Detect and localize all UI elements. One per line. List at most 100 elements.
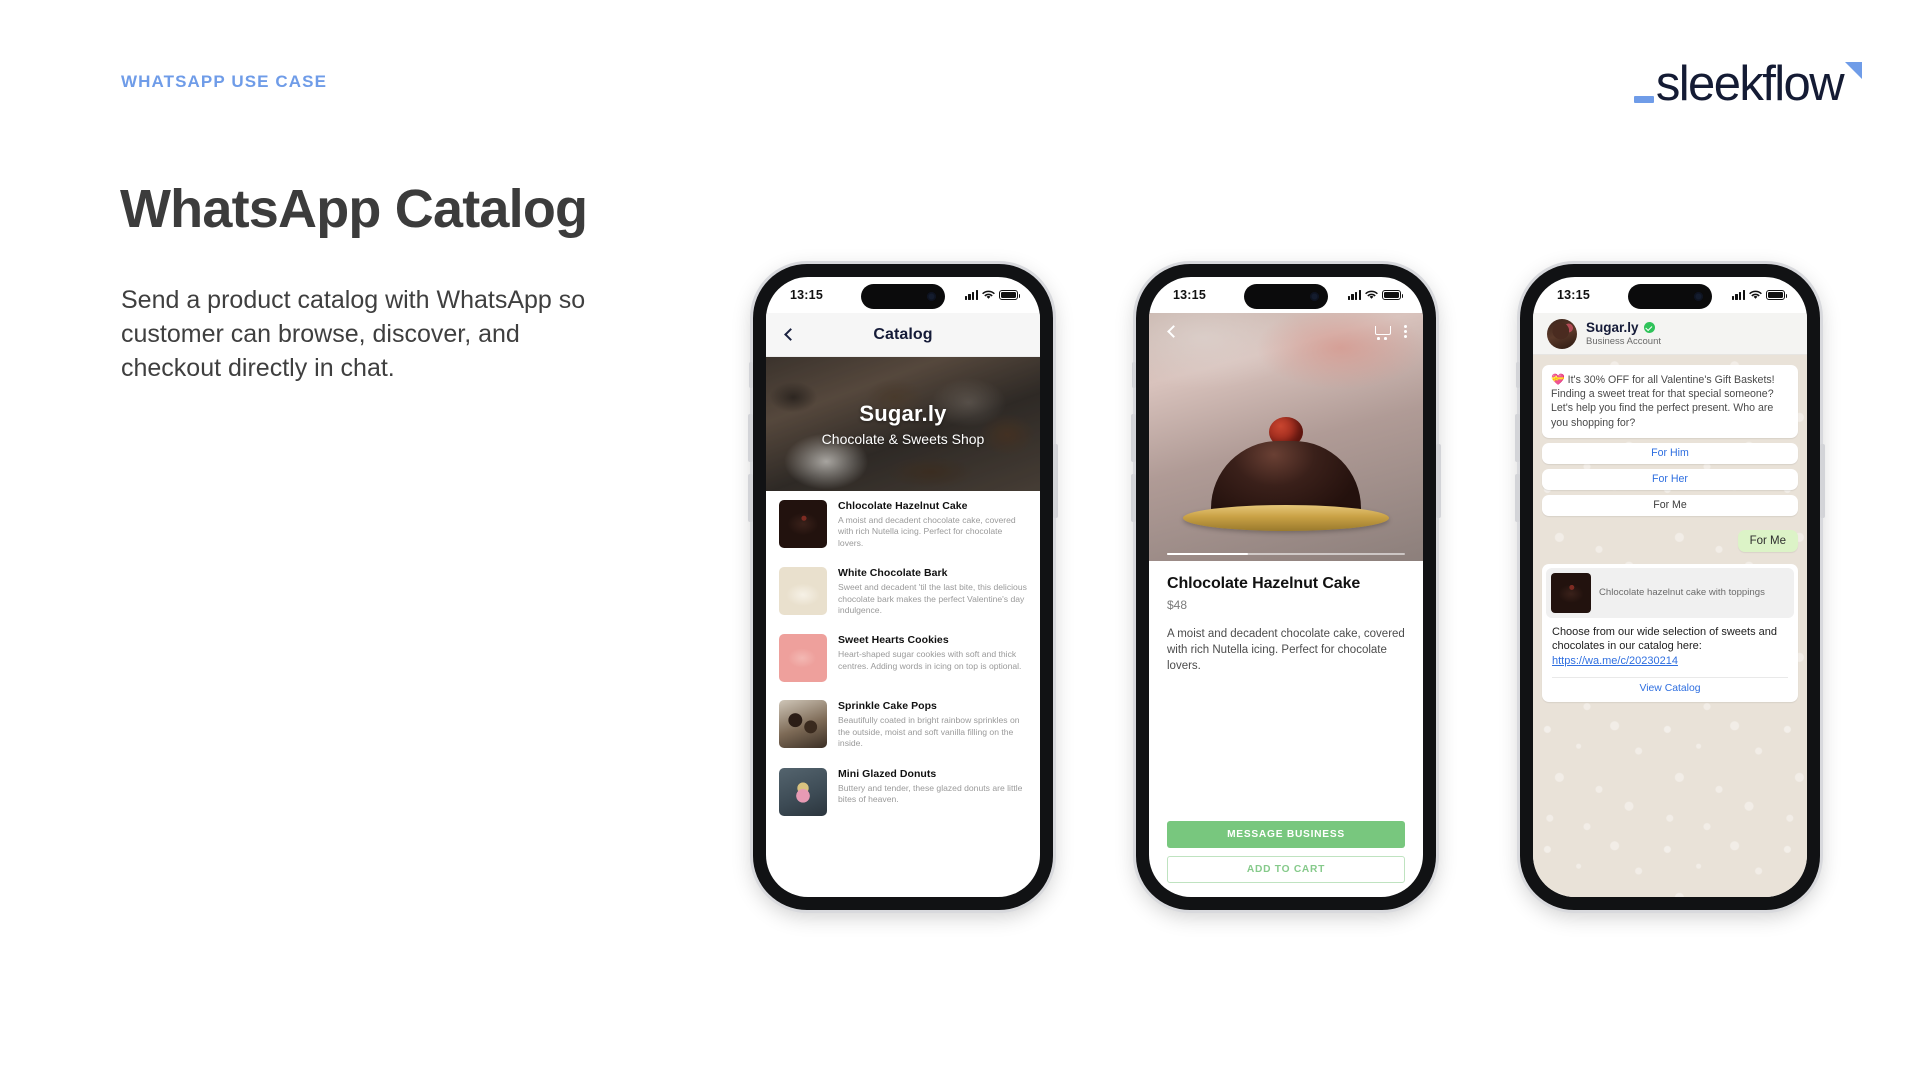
- chat-header-text: Sugar.ly Business Account: [1586, 320, 1661, 347]
- shop-name: Sugar.ly: [859, 401, 947, 426]
- quick-reply-for-him[interactable]: For Him: [1542, 442, 1798, 464]
- list-item[interactable]: Sweet Hearts Cookies Heart-shaped sugar …: [766, 625, 1040, 691]
- product-description: Sweet and decadent 'til the last bite, t…: [838, 582, 1027, 616]
- dynamic-island: [861, 284, 945, 309]
- phone1-screen: 13:15 Catalog Sugar.ly Chocolate & Sweet…: [766, 277, 1040, 897]
- product-hero-image: [1149, 313, 1423, 561]
- sleekflow-logo: sleekflow: [1633, 60, 1862, 109]
- product-thumbnail: [779, 567, 827, 616]
- status-bar: 13:15: [1149, 277, 1423, 313]
- silent-switch: [749, 362, 753, 388]
- dynamic-island: [1628, 284, 1712, 309]
- product-description: A moist and decadent chocolate cake, cov…: [838, 515, 1016, 548]
- cellular-signal-icon: [964, 290, 978, 300]
- dynamic-island: [1244, 284, 1328, 309]
- product-description: Buttery and tender, these glazed donuts …: [838, 782, 1023, 805]
- page-subtitle: Send a product catalog with WhatsApp so …: [121, 286, 586, 382]
- catalog-title: Catalog: [873, 325, 933, 343]
- silent-switch: [1132, 362, 1136, 388]
- list-item[interactable]: White Chocolate Bark Sweet and decadent …: [766, 558, 1040, 625]
- product-name: White Chocolate Bark: [838, 567, 948, 580]
- page-title: WhatsApp Catalog: [120, 179, 588, 239]
- shop-banner-text: Sugar.ly Chocolate & Sweets Shop: [766, 357, 1040, 491]
- view-catalog-button[interactable]: View Catalog: [1546, 678, 1794, 698]
- quick-reply-for-her[interactable]: For Her: [1542, 468, 1798, 490]
- catalog-card-preview[interactable]: Chlocolate hazelnut cake with toppings: [1546, 567, 1794, 618]
- phone3-screen: 13:15 Sugar.ly Business Account 💝 It's 3…: [1533, 277, 1807, 897]
- phone-mockup-chat: 13:15 Sugar.ly Business Account 💝 It's 3…: [1515, 264, 1825, 910]
- chat-contact-name: Sugar.ly: [1586, 320, 1639, 335]
- cellular-signal-icon: [1347, 290, 1361, 300]
- cellular-signal-icon: [1731, 290, 1745, 300]
- phone2-screen: 13:15 Chlocolate Hazelnut Cake $48 A moi…: [1149, 277, 1423, 897]
- shopping-cart-icon[interactable]: [1375, 325, 1391, 340]
- incoming-message-text: It's 30% OFF for all Valentine's Gift Ba…: [1551, 374, 1775, 429]
- cake-illustration: [1183, 441, 1389, 531]
- logo-underscore-icon: [1633, 96, 1654, 103]
- add-to-cart-button[interactable]: ADD TO CART: [1167, 856, 1405, 883]
- chat-header[interactable]: Sugar.ly Business Account: [1533, 313, 1807, 355]
- list-item[interactable]: Mini Glazed Donuts Buttery and tender, t…: [766, 759, 1040, 825]
- product-info: Mini Glazed Donuts Buttery and tender, t…: [838, 768, 1028, 816]
- catalog-card-thumbnail: [1551, 572, 1591, 613]
- chat-account-type: Business Account: [1586, 336, 1661, 347]
- product-thumbnail: [779, 767, 827, 816]
- shop-tagline: Chocolate & Sweets Shop: [821, 431, 985, 447]
- list-item[interactable]: Chlocolate Hazelnut Cake A moist and dec…: [766, 491, 1040, 558]
- product-thumbnail: [779, 500, 827, 548]
- chat-name-row: Sugar.ly: [1586, 320, 1661, 335]
- logo-triangle-icon: [1845, 62, 1862, 79]
- outgoing-message-bubble: For Me: [1737, 529, 1798, 552]
- product-price: $48: [1167, 598, 1188, 612]
- product-info: Chlocolate Hazelnut Cake A moist and dec…: [838, 500, 1028, 549]
- chat-message-area: 💝 It's 30% OFF for all Valentine's Gift …: [1533, 355, 1807, 897]
- battery-icon: [1382, 290, 1404, 300]
- wifi-icon: [1749, 290, 1762, 299]
- verified-badge-icon: [1643, 322, 1655, 333]
- silent-switch: [1516, 362, 1520, 388]
- phone-mockup-catalog: 13:15 Catalog Sugar.ly Chocolate & Sweet…: [748, 264, 1058, 910]
- product-description: A moist and decadent chocolate cake, cov…: [1167, 628, 1405, 672]
- volume-down-button: [1131, 474, 1136, 522]
- message-business-button[interactable]: MESSAGE BUSINESS: [1167, 821, 1405, 848]
- catalog-nav-bar: Catalog: [766, 313, 1040, 357]
- status-icons: [1347, 290, 1404, 300]
- product-name: Sweet Hearts Cookies: [838, 634, 949, 647]
- avatar: [1547, 318, 1577, 349]
- top-bar-actions: [1375, 324, 1407, 340]
- slide-canvas: WHATSAPP USE CASE sleekflow WhatsApp Cat…: [0, 0, 1920, 1077]
- back-chevron-icon[interactable]: [1167, 324, 1180, 338]
- wifi-icon: [1365, 290, 1378, 299]
- status-time: 13:15: [1557, 288, 1590, 302]
- phone-mockup-product-detail: 13:15 Chlocolate Hazelnut Cake $48 A moi…: [1131, 264, 1441, 910]
- status-icons: [1731, 290, 1788, 300]
- product-thumbnail: [779, 700, 827, 749]
- catalog-link[interactable]: https://wa.me/c/20230214: [1552, 655, 1678, 667]
- product-actions: MESSAGE BUSINESS ADD TO CART: [1167, 821, 1405, 883]
- status-bar: 13:15: [766, 277, 1040, 313]
- wifi-icon: [982, 290, 995, 299]
- product-name: Mini Glazed Donuts: [838, 767, 937, 780]
- volume-up-button: [748, 414, 753, 462]
- product-top-bar: [1149, 313, 1423, 349]
- image-carousel-indicator[interactable]: [1167, 552, 1405, 555]
- kebab-menu-icon[interactable]: [1404, 324, 1407, 338]
- product-name: Sprinkle Cake Pops: [838, 700, 937, 713]
- heart-gift-emoji: 💝: [1551, 374, 1565, 386]
- eyebrow-label: WHATSAPP USE CASE: [121, 72, 328, 91]
- quick-reply-for-me[interactable]: For Me: [1542, 494, 1798, 516]
- front-camera-icon: [1310, 292, 1319, 301]
- status-bar: 13:15: [1533, 277, 1807, 313]
- product-description: Heart-shaped sugar cookies with soft and…: [838, 649, 1022, 671]
- list-item[interactable]: Sprinkle Cake Pops Beautifully coated in…: [766, 691, 1040, 758]
- volume-up-button: [1515, 414, 1520, 462]
- catalog-card-bubble: Chlocolate hazelnut cake with toppings C…: [1542, 563, 1798, 702]
- status-time: 13:15: [1173, 288, 1206, 302]
- power-button: [1820, 444, 1825, 518]
- shop-banner: Sugar.ly Chocolate & Sweets Shop: [766, 357, 1040, 491]
- catalog-card-text: Choose from our wide selection of sweets…: [1546, 618, 1794, 672]
- product-info: White Chocolate Bark Sweet and decadent …: [838, 567, 1028, 616]
- volume-up-button: [1131, 414, 1136, 462]
- product-name: Chlocolate Hazelnut Cake: [838, 500, 968, 512]
- product-info: Sweet Hearts Cookies Heart-shaped sugar …: [838, 634, 1028, 682]
